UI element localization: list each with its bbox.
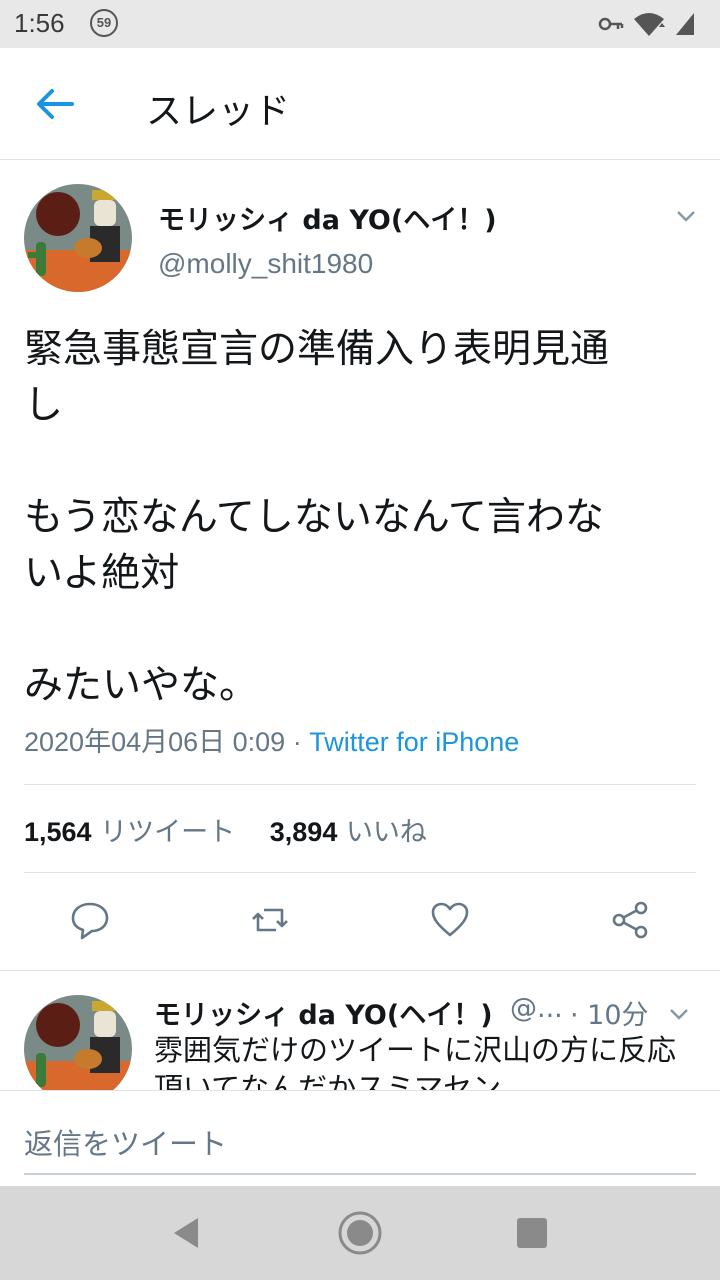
like-stat[interactable]: 3,894 いいね	[270, 817, 427, 848]
wifi-icon	[634, 13, 665, 36]
reply-time: · 10分	[570, 1000, 649, 1031]
reply-input[interactable]: 返信をツイート	[24, 1121, 227, 1163]
tweet-meta: 2020年04月06日 0:09 · Twitter for iPhone	[24, 720, 519, 759]
nav-home-button[interactable]	[335, 1208, 385, 1258]
divider	[24, 872, 696, 873]
like-label: いいね	[345, 817, 427, 848]
retweet-button[interactable]	[250, 900, 290, 940]
meta-separator: ·	[292, 727, 302, 757]
reply-handle[interactable]: @...	[510, 993, 563, 1024]
reply-menu-button[interactable]	[666, 1001, 692, 1027]
tweet-text-line: 緊急事態宣言の準備入り表明見通	[24, 327, 610, 372]
tweet-stats: 1,564 リツイート 3,894 いいね	[24, 810, 427, 849]
reply-composer[interactable]: 返信をツイート	[0, 1090, 720, 1186]
like-count: 3,894	[269, 817, 338, 847]
back-button[interactable]	[32, 84, 80, 124]
arrow-left-icon	[37, 89, 74, 119]
tweet-menu-button[interactable]	[672, 202, 700, 230]
nav-back-button[interactable]	[162, 1208, 212, 1258]
reply-display-name[interactable]: モリッシィ da YO(ヘイ！)	[154, 993, 493, 1032]
key-icon	[598, 17, 624, 31]
avatar[interactable]	[24, 184, 132, 292]
chevron-down-icon	[670, 1009, 688, 1020]
retweet-label: リツイート	[100, 817, 236, 848]
retweet-count: 1,564	[24, 817, 92, 847]
share-icon	[612, 901, 648, 939]
chevron-down-icon	[677, 211, 695, 222]
signal-icon	[676, 13, 694, 35]
notification-badge: 59	[90, 9, 118, 37]
user-handle[interactable]: @molly_shit1980	[158, 248, 373, 280]
tweet-date: 2020年04月06日 0:09	[24, 727, 286, 757]
nav-recents-button[interactable]	[507, 1208, 557, 1258]
reply-button[interactable]	[70, 900, 110, 940]
app-header: スレッド	[0, 48, 720, 160]
avatar-image	[24, 184, 132, 292]
retweet-icon	[252, 908, 288, 932]
avatar-image	[24, 995, 132, 1090]
triangle-back-icon	[174, 1218, 198, 1248]
display-name[interactable]: モリッシィ da YO(ヘイ！)	[158, 198, 497, 237]
square-recents-icon	[517, 1218, 547, 1248]
avatar[interactable]	[24, 995, 132, 1090]
page-title: スレッド	[146, 91, 291, 132]
tweet-text-line: いよ絶対	[24, 551, 180, 596]
tweet-text-line: もう恋なんてしないなんて言わな	[24, 495, 604, 540]
status-icons	[598, 10, 696, 38]
tweet-source-link[interactable]: Twitter for iPhone	[309, 727, 519, 757]
retweet-stat[interactable]: 1,564 リツイート	[24, 817, 235, 848]
status-bar: 1:56 59	[0, 0, 720, 48]
share-button[interactable]	[610, 900, 650, 940]
divider	[24, 784, 696, 785]
circle-home-icon	[338, 1211, 382, 1255]
tweet-actions	[0, 900, 720, 946]
heart-icon	[431, 902, 469, 937]
tweet-text-line: し	[24, 383, 64, 428]
reply-icon	[71, 902, 109, 940]
like-button[interactable]	[430, 900, 470, 940]
system-nav-bar	[0, 1186, 720, 1280]
reply-text: 雰囲気だけのツイートに沢山の方に反応頂いてなんだかスミマセン	[154, 1033, 677, 1090]
status-time: 1:56	[14, 8, 65, 38]
tweet-text: 緊急事態宣言の準備入り表明見通 し もう恋なんてしないなんて言わな いよ絶対 み…	[24, 322, 704, 714]
tweet-text-line: みたいやな。	[24, 663, 259, 708]
input-underline	[24, 1173, 696, 1175]
reply-tweet[interactable]: モリッシィ da YO(ヘイ！) @... · 10分 雰囲気だけのツイートに沢…	[0, 970, 720, 1090]
